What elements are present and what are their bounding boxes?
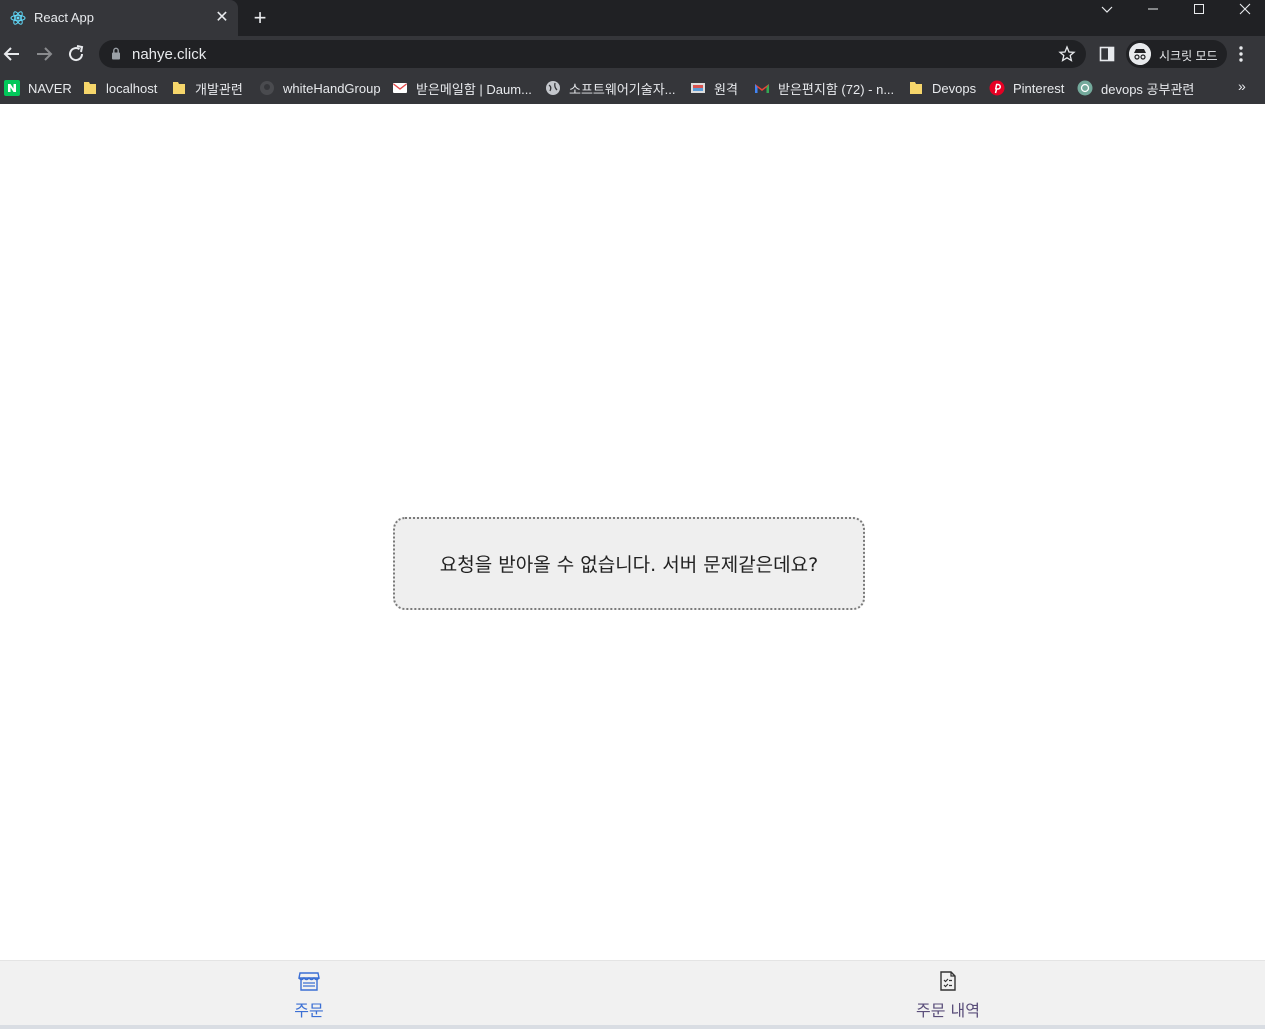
maximize-icon [1194, 4, 1204, 14]
folder-icon [84, 82, 96, 94]
bookmark-gmail[interactable]: 받은편지함 (72) - n... [754, 78, 894, 98]
bookmark-label: Devops [932, 80, 977, 96]
bookmark-devops[interactable]: Devops [908, 78, 976, 98]
bookmark-star-icon[interactable] [1058, 45, 1076, 63]
bookmark-label: NAVER [28, 80, 72, 96]
more-bookmarks-icon[interactable]: » [1238, 78, 1246, 94]
receipt-icon [940, 971, 956, 991]
incognito-icon [1129, 43, 1151, 65]
close-window-button[interactable] [1222, 0, 1265, 30]
github-icon [260, 81, 274, 95]
globe-icon [546, 81, 560, 95]
bottom-nav: 주문 주문 내역 [0, 960, 1265, 1025]
close-tab-icon[interactable]: ✕ [213, 9, 231, 27]
bookmark-label: localhost [106, 80, 158, 96]
tab-title: React App [34, 10, 94, 25]
maximize-button[interactable] [1176, 0, 1222, 30]
openai-icon [1077, 80, 1093, 96]
folder-icon [910, 82, 922, 94]
minimize-icon [1148, 8, 1158, 10]
bookmark-label: 소프트웨어기술자... [569, 81, 676, 97]
bookmarks-bar: NAVER localhost 개발관련 whiteHandGroup 받은메일… [0, 72, 1265, 104]
browser-tab[interactable]: React App ✕ [0, 0, 238, 36]
address-bar[interactable]: nahye.click [99, 40, 1086, 68]
bookmark-pinterest[interactable]: Pinterest [989, 78, 1064, 98]
url-text[interactable]: nahye.click [132, 46, 206, 63]
tab-strip: React App ✕ + [0, 0, 1265, 36]
bookmark-label: whiteHandGroup [283, 80, 381, 96]
pinterest-icon [989, 80, 1005, 96]
react-icon [10, 11, 26, 25]
nav-label-order: 주문 [294, 1001, 324, 1020]
error-message: 요청을 받아올 수 없습니다. 서버 문제같은데요? [439, 554, 819, 576]
forward-icon[interactable] [32, 42, 56, 66]
window-bottom-edge [0, 1025, 1265, 1029]
bookmark-whitehandgroup[interactable]: whiteHandGroup [259, 78, 381, 98]
nav-label-order-history: 주문 내역 [916, 1001, 980, 1020]
close-icon [1239, 3, 1251, 15]
browser-chrome: React App ✕ + nahye.click 시크릿 모드 NAVER l… [0, 0, 1265, 104]
lock-icon[interactable] [111, 47, 121, 60]
bookmark-label: 받은메일함 | Daum... [416, 81, 532, 97]
more-vert-icon[interactable] [1238, 45, 1244, 63]
store-icon [298, 972, 320, 991]
bookmark-label: 개발관련 [195, 81, 243, 97]
bookmark-label: 받은편지함 (72) - n... [778, 81, 895, 97]
page-content: 요청을 받아올 수 없습니다. 서버 문제같은데요? [0, 104, 1265, 960]
bookmark-label: Pinterest [1013, 80, 1065, 96]
mail-icon [393, 83, 407, 93]
bookmark-remote[interactable]: 원격 [690, 78, 738, 98]
incognito-profile-button[interactable]: 시크릿 모드 [1126, 40, 1227, 68]
reload-icon[interactable] [64, 42, 88, 66]
bookmark-software-tech[interactable]: 소프트웨어기술자... [545, 78, 676, 98]
browser-toolbar: nahye.click 시크릿 모드 [0, 36, 1265, 72]
minimize-button[interactable] [1130, 0, 1176, 30]
nav-item-order-history[interactable]: 주문 내역 [848, 961, 1048, 1026]
nav-item-order[interactable]: 주문 [209, 961, 409, 1026]
bookmark-label: devops 공부관련 [1101, 81, 1195, 97]
bookmark-daum-mail[interactable]: 받은메일함 | Daum... [392, 78, 532, 98]
side-panel-icon[interactable] [1099, 46, 1115, 62]
bookmark-naver[interactable]: NAVER [4, 78, 72, 98]
bookmark-label: 원격 [714, 81, 738, 97]
gmail-icon [755, 84, 769, 93]
remote-icon [691, 83, 705, 93]
new-tab-button[interactable]: + [250, 7, 270, 29]
error-message-box: 요청을 받아올 수 없습니다. 서버 문제같은데요? [393, 517, 865, 610]
tab-search-button[interactable] [1084, 0, 1130, 30]
chevron-down-icon [1101, 6, 1113, 13]
naver-icon [4, 80, 20, 96]
bookmark-localhost[interactable]: localhost [82, 78, 157, 98]
bookmark-devops-study[interactable]: devops 공부관련 [1077, 78, 1194, 98]
bookmark-dev[interactable]: 개발관련 [171, 78, 243, 98]
incognito-label: 시크릿 모드 [1159, 49, 1218, 63]
back-icon[interactable] [0, 42, 24, 66]
folder-icon [173, 82, 185, 94]
